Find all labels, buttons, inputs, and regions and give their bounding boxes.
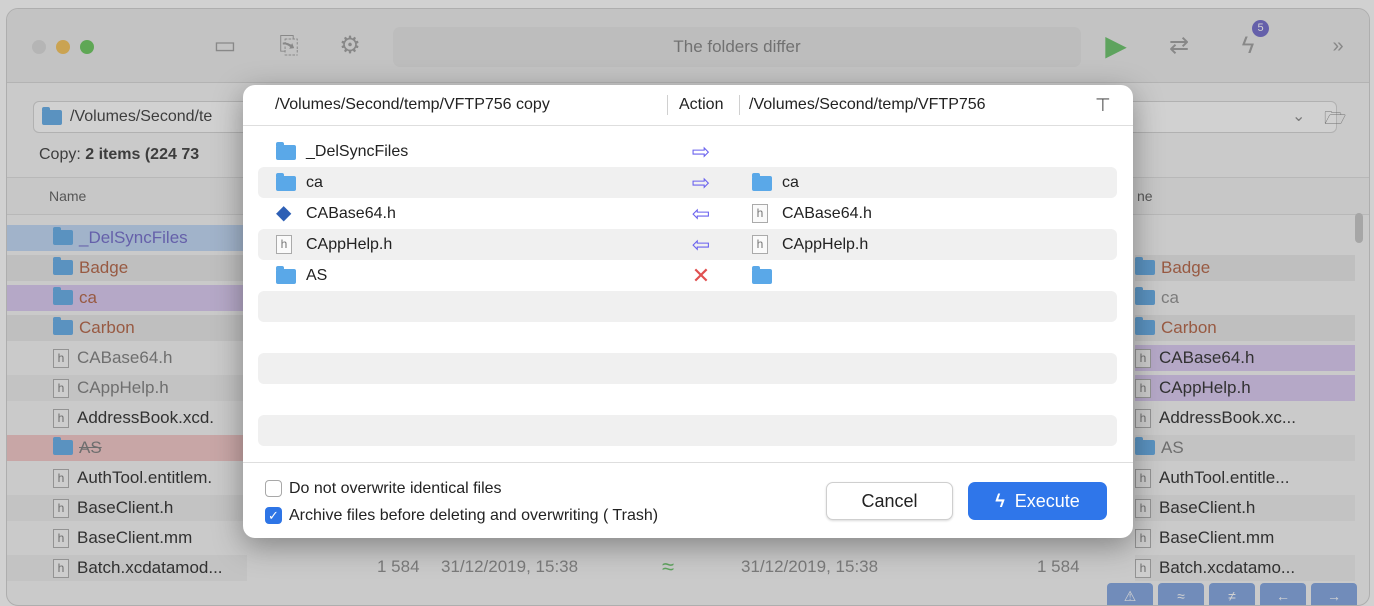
dialog-left-path: /Volumes/Second/temp/VFTP756 copy — [275, 96, 550, 113]
dialog-left-item: CABase64.h — [306, 205, 396, 222]
arrow-right-icon[interactable]: ⇨ — [686, 167, 716, 198]
arrow-left-icon[interactable]: ⇦ — [686, 229, 716, 260]
folder-icon — [752, 173, 772, 191]
dialog-empty-row — [258, 384, 1117, 415]
dialog-action-row[interactable]: _DelSyncFiles ⇨ — [258, 136, 1117, 167]
header-separator — [667, 95, 668, 115]
delete-icon[interactable]: ✕ — [686, 260, 716, 291]
header-file-icon: h — [752, 235, 768, 254]
dialog-left-item: ca — [306, 174, 323, 191]
column-resize-icon[interactable]: ⊤ — [1095, 85, 1111, 125]
lightning-icon: ϟ — [995, 491, 1005, 511]
dialog-footer-divider — [243, 462, 1133, 463]
dialog-action-row[interactable]: ◆ CABase64.h ⇦ h CABase64.h — [258, 198, 1117, 229]
identical-files-label: Do not overwrite identical files — [289, 480, 502, 497]
dialog-action-header: Action — [679, 96, 724, 113]
identical-files-checkbox[interactable] — [265, 480, 282, 497]
dialog-empty-row — [258, 415, 1117, 446]
folder-icon — [276, 142, 296, 160]
dialog-left-item: AS — [306, 267, 328, 284]
dialog-action-row[interactable]: AS ✕ — [258, 260, 1117, 291]
dialog-action-row[interactable]: h CAppHelp.h ⇦ h CAppHelp.h — [258, 229, 1117, 260]
dialog-left-item: _DelSyncFiles — [306, 143, 409, 160]
source-file-icon: ◆ — [276, 202, 292, 224]
execute-button[interactable]: ϟ Execute — [968, 482, 1107, 520]
folder-icon — [276, 173, 296, 191]
sync-dialog: /Volumes/Second/temp/VFTP756 copy Action… — [243, 85, 1133, 538]
folder-icon — [276, 266, 296, 284]
folder-icon — [752, 266, 772, 284]
dialog-right-path: /Volumes/Second/temp/VFTP756 — [749, 96, 986, 113]
dialog-header-divider — [243, 125, 1133, 126]
dialog-right-item: CAppHelp.h — [782, 236, 869, 253]
header-file-icon: h — [752, 204, 768, 223]
dialog-action-row[interactable]: ca ⇨ ca — [258, 167, 1117, 198]
archive-files-label: Archive files before deleting and overwr… — [289, 507, 659, 524]
cancel-button[interactable]: Cancel — [826, 482, 953, 520]
dialog-right-item: ca — [782, 174, 799, 191]
dialog-left-item: CAppHelp.h — [306, 236, 393, 253]
execute-label: Execute — [1014, 491, 1080, 511]
dialog-empty-row — [258, 291, 1117, 322]
arrow-right-icon[interactable]: ⇨ — [686, 136, 716, 167]
header-file-icon: h — [276, 235, 292, 254]
arrow-left-icon[interactable]: ⇦ — [686, 198, 716, 229]
dialog-empty-row — [258, 322, 1117, 353]
dialog-right-item: CABase64.h — [782, 205, 872, 222]
dialog-empty-row — [258, 353, 1117, 384]
header-separator — [739, 95, 740, 115]
archive-files-checkbox[interactable]: ✓ — [265, 507, 282, 524]
